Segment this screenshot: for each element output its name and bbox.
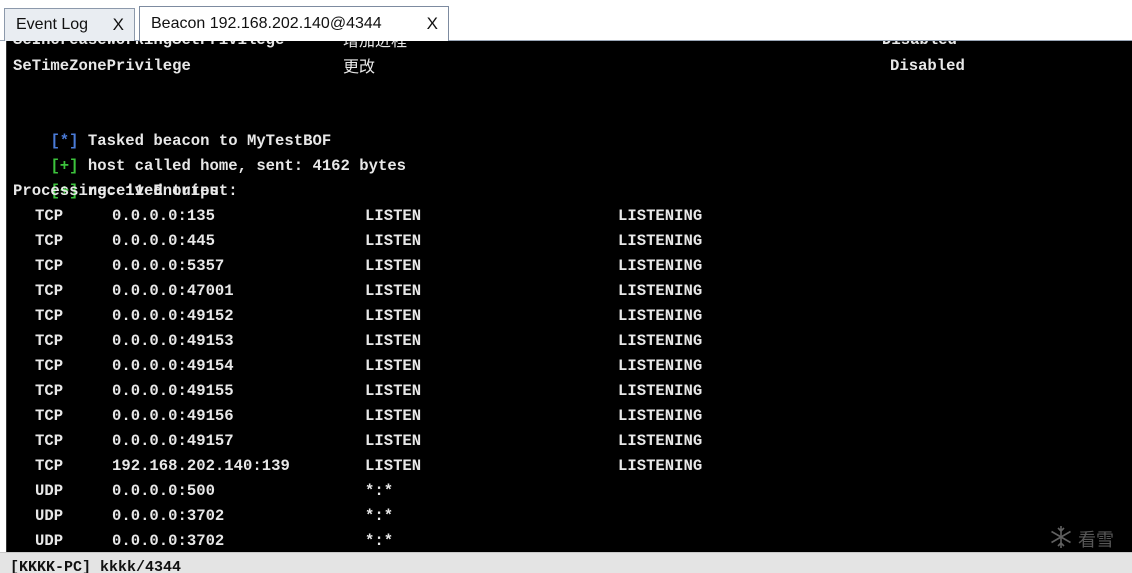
cell-proto: TCP [35, 207, 64, 225]
cell-state: LISTENING [618, 257, 703, 275]
cell-remote: LISTEN [365, 282, 422, 300]
cell-remote: LISTEN [365, 407, 422, 425]
cell-proto: UDP [35, 482, 64, 500]
cell-remote: *:* [365, 507, 394, 525]
cell-remote: LISTEN [365, 382, 422, 400]
status-text: [KKKK-PC] kkkk/4344 [10, 559, 182, 573]
privilege-name: SeIncreaseWorkingSetPrivilege [13, 41, 284, 53]
console-message: [+] received output: [13, 154, 237, 200]
cell-addr: 0.0.0.0:47001 [112, 282, 234, 300]
cell-remote: LISTEN [365, 432, 422, 450]
cell-proto: UDP [35, 532, 64, 550]
cell-state: LISTENING [618, 232, 703, 250]
watermark-text: 看雪 [1078, 530, 1114, 551]
cell-proto: TCP [35, 257, 64, 275]
cell-addr: 0.0.0.0:3702 [112, 507, 225, 525]
privilege-desc: 更改 [343, 57, 376, 76]
tab-event-log[interactable]: Event Log X [4, 8, 135, 41]
cell-state: LISTENING [618, 207, 703, 225]
privilege-row: SeIncreaseWorkingSetPrivilege 增加进程 Disab… [13, 41, 957, 53]
cell-proto: TCP [35, 357, 64, 375]
cell-addr: 0.0.0.0:49156 [112, 407, 234, 425]
cell-state: LISTENING [618, 432, 703, 450]
cell-state: LISTENING [618, 282, 703, 300]
cell-proto: TCP [35, 457, 64, 475]
cell-state: LISTENING [618, 307, 703, 325]
watermark: 看雪 [1048, 524, 1114, 553]
cell-addr: 0.0.0.0:49153 [112, 332, 234, 350]
cell-proto: TCP [35, 407, 64, 425]
tab-event-log-label: Event Log [16, 16, 89, 33]
cell-remote: LISTEN [365, 307, 422, 325]
cell-proto: TCP [35, 282, 64, 300]
privilege-desc: 增加进程 [343, 41, 407, 53]
cell-remote: LISTEN [365, 332, 422, 350]
privilege-row: SeTimeZonePrivilege 更改 Disabled [13, 54, 965, 79]
cell-proto: TCP [35, 232, 64, 250]
cell-remote: LISTEN [365, 257, 422, 275]
cell-remote: LISTEN [365, 232, 422, 250]
cell-proto: TCP [35, 382, 64, 400]
cell-remote: LISTEN [365, 457, 422, 475]
cell-remote: LISTEN [365, 357, 422, 375]
tab-bar: Event Log X Beacon 192.168.202.140@4344 … [0, 0, 1132, 41]
cell-state: LISTENING [618, 407, 703, 425]
cell-addr: 0.0.0.0:500 [112, 482, 215, 500]
privilege-state: Disabled [882, 41, 957, 53]
cell-proto: UDP [35, 507, 64, 525]
cell-addr: 0.0.0.0:5357 [112, 257, 225, 275]
status-bar: [KKKK-PC] kkkk/4344 [0, 552, 1132, 573]
cell-proto: TCP [35, 432, 64, 450]
snowflake-icon [1048, 524, 1074, 553]
cell-addr: 0.0.0.0:3702 [112, 532, 225, 550]
cell-state: LISTENING [618, 357, 703, 375]
tab-event-log-close-icon[interactable]: X [113, 15, 124, 35]
privilege-name: SeTimeZonePrivilege [13, 57, 191, 75]
cell-state: LISTENING [618, 457, 703, 475]
cell-addr: 0.0.0.0:49152 [112, 307, 234, 325]
cell-proto: TCP [35, 332, 64, 350]
cell-remote: *:* [365, 532, 394, 550]
tab-beacon-close-icon[interactable]: X [427, 14, 438, 34]
cell-proto: TCP [35, 307, 64, 325]
privilege-state: Disabled [890, 57, 965, 75]
cell-addr: 192.168.202.140:139 [112, 457, 290, 475]
processing-line: Processing: 11 Entries [13, 182, 219, 200]
cell-addr: 0.0.0.0:49157 [112, 432, 234, 450]
console-message: [+] host called home, sent: 4162 bytes [13, 129, 406, 175]
cell-addr: 0.0.0.0:135 [112, 207, 215, 225]
cell-addr: 0.0.0.0:49155 [112, 382, 234, 400]
cell-addr: 0.0.0.0:49154 [112, 357, 234, 375]
tab-beacon[interactable]: Beacon 192.168.202.140@4344 X [139, 6, 449, 41]
cell-state: LISTENING [618, 382, 703, 400]
cell-remote: LISTEN [365, 207, 422, 225]
console-output[interactable]: SeIncreaseWorkingSetPrivilege 增加进程 Disab… [6, 41, 1132, 552]
cell-state: LISTENING [618, 332, 703, 350]
cell-addr: 0.0.0.0:445 [112, 232, 215, 250]
console-message: [*] Tasked beacon to MyTestBOF [13, 104, 331, 150]
cell-remote: *:* [365, 482, 394, 500]
tab-beacon-label: Beacon 192.168.202.140@4344 [151, 15, 382, 32]
